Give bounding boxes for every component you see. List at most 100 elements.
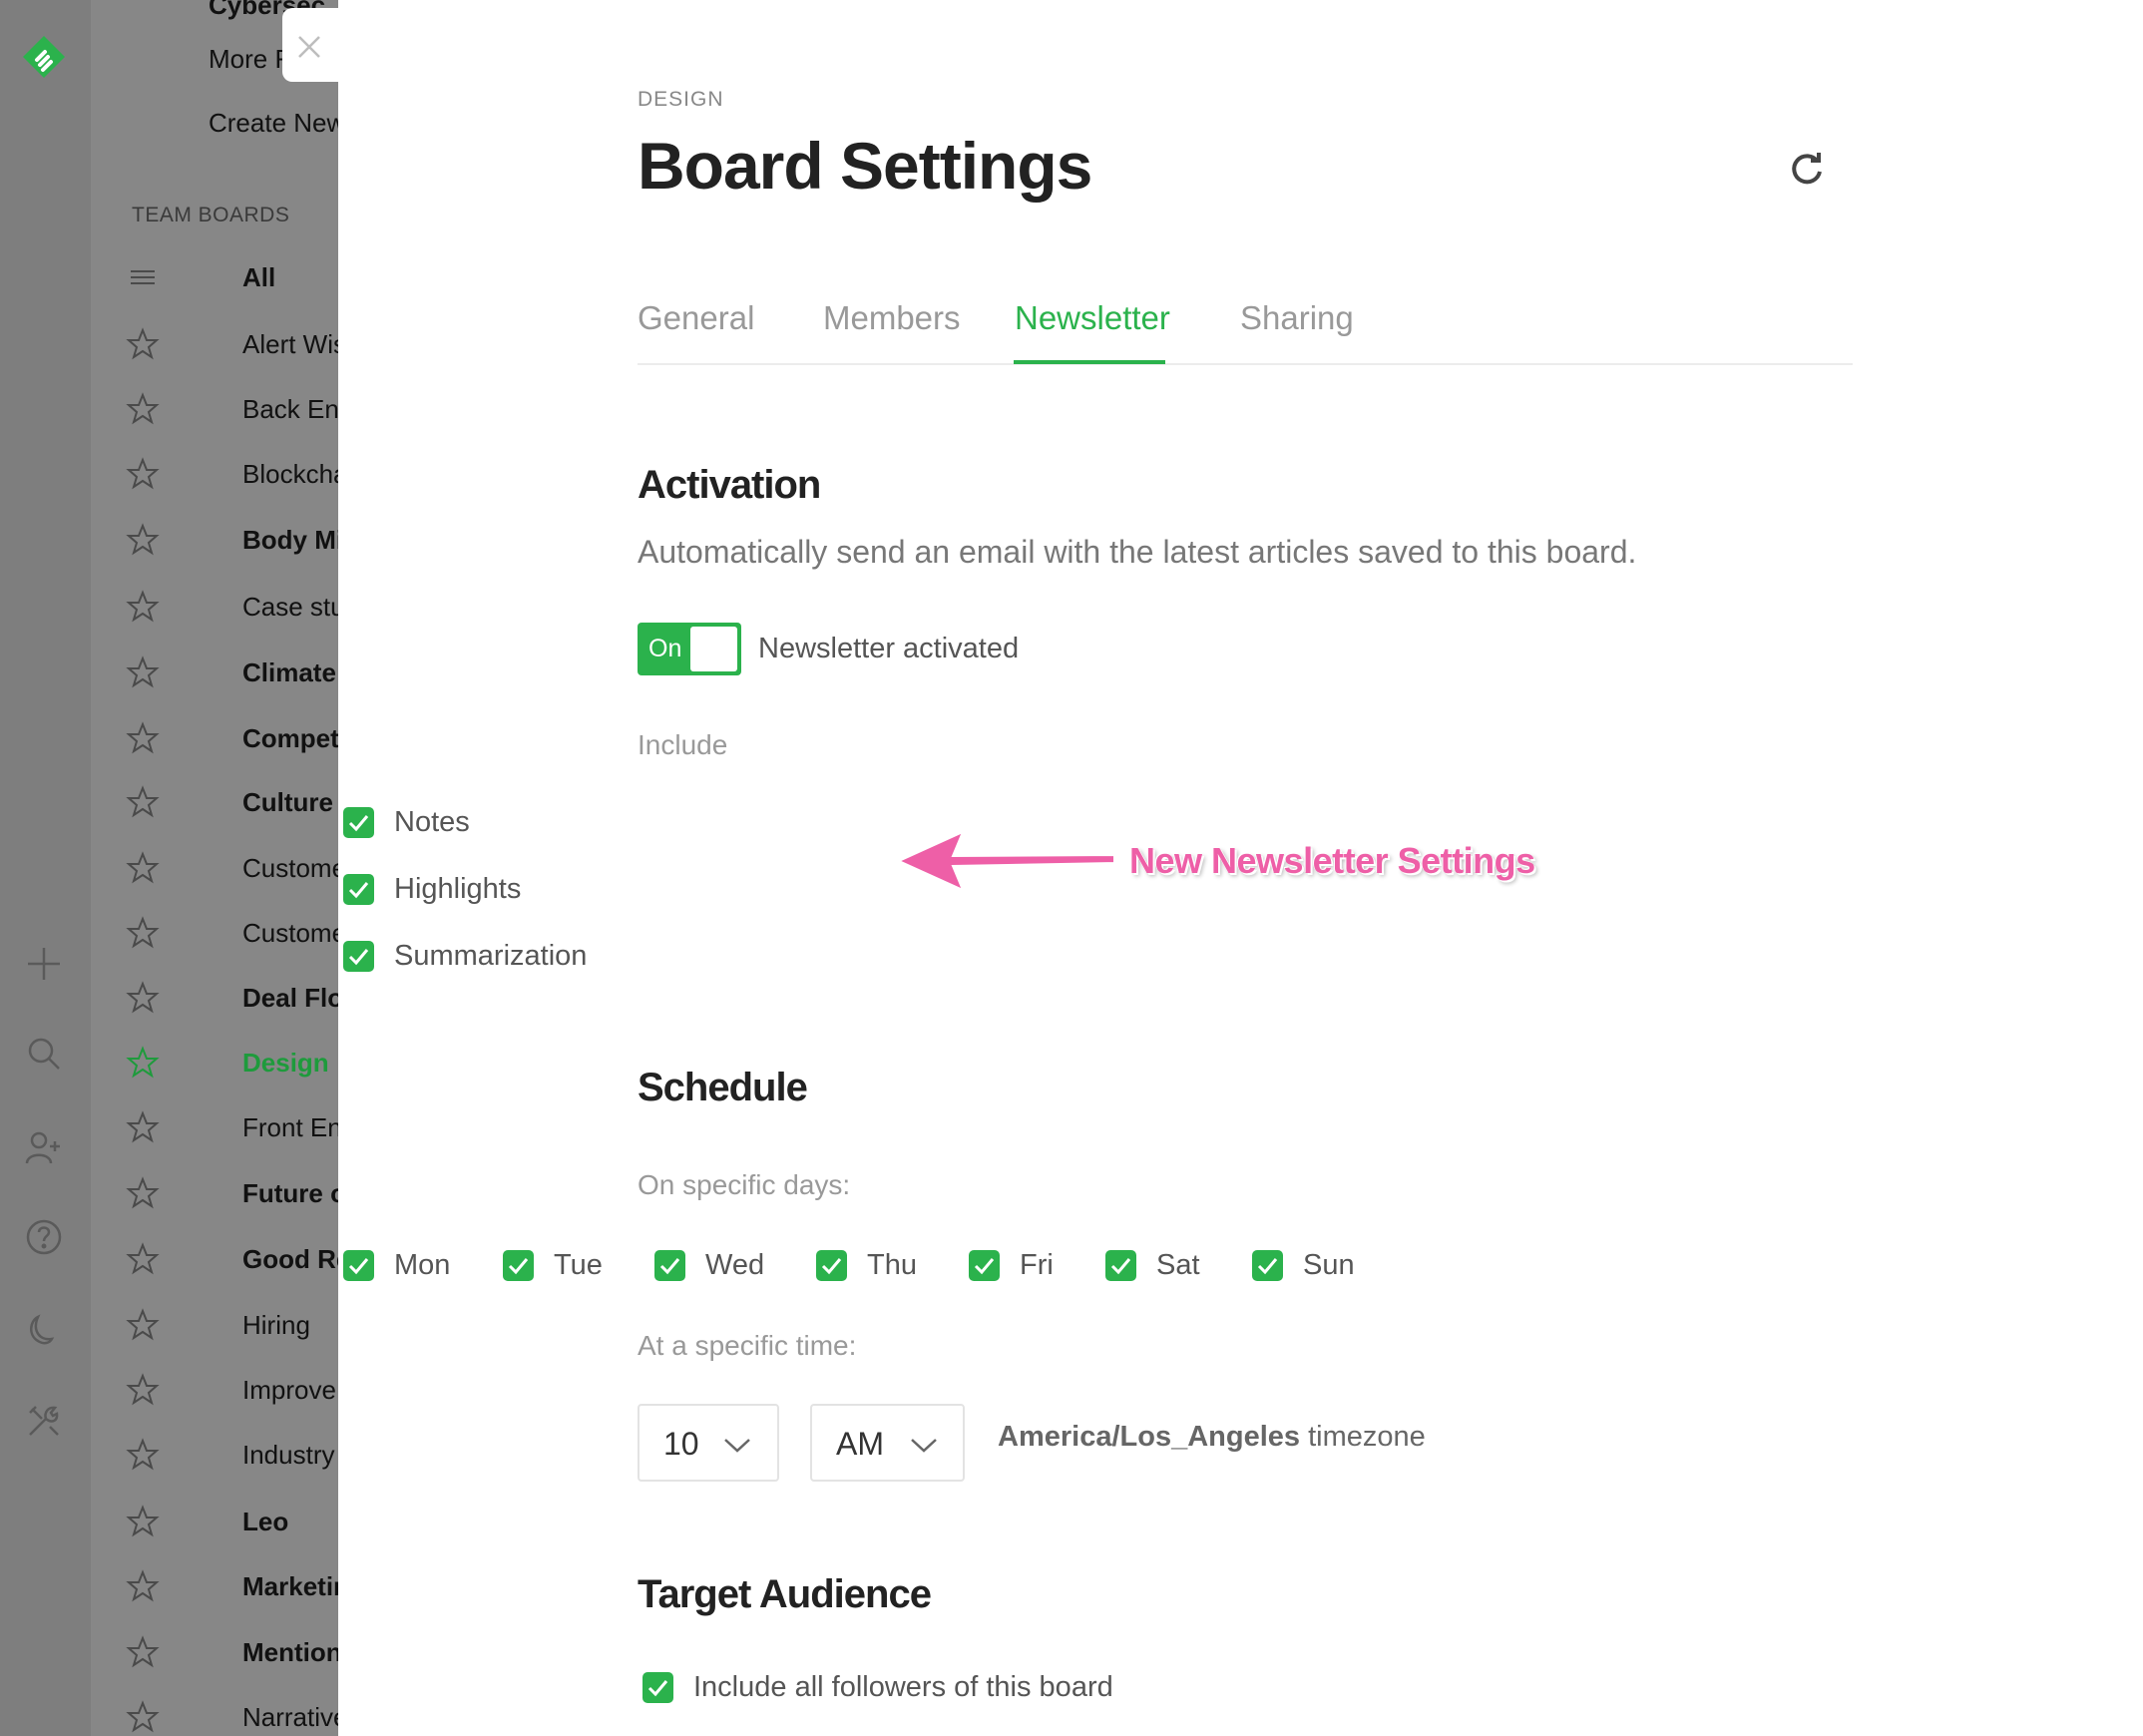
day-checkbox[interactable] xyxy=(816,1250,847,1281)
sidebar-board-item[interactable]: Customer V xyxy=(126,910,338,956)
day-label[interactable]: Wed xyxy=(705,1249,764,1282)
sidebar-more-link[interactable]: More F xyxy=(209,44,290,75)
day-label[interactable]: Sun xyxy=(1303,1249,1355,1282)
sidebar-board-item[interactable]: Alert Wishli xyxy=(126,321,338,367)
day-checkbox[interactable] xyxy=(969,1250,1000,1281)
day-label[interactable]: Sat xyxy=(1156,1249,1200,1282)
sidebar-board-item[interactable]: Narrative xyxy=(126,1694,338,1736)
star-icon[interactable] xyxy=(126,590,160,624)
star-icon[interactable] xyxy=(126,392,160,426)
tab-newsletter[interactable]: Newsletter xyxy=(1015,299,1170,337)
star-icon[interactable] xyxy=(126,1438,160,1472)
star-icon[interactable] xyxy=(126,1505,160,1538)
sidebar-create-new-link[interactable]: Create New xyxy=(209,108,338,139)
sidebar-board-item[interactable]: Deal Flow xyxy=(126,975,338,1021)
star-icon[interactable] xyxy=(126,457,160,491)
day-label[interactable]: Mon xyxy=(394,1249,450,1282)
sidebar-board-item[interactable]: Case study xyxy=(126,584,338,630)
sidebar-board-label: Competitio xyxy=(242,723,338,753)
include-checkbox[interactable] xyxy=(343,807,374,838)
sidebar-board-item[interactable]: Culture xyxy=(126,779,338,825)
sidebar-board-item[interactable]: Front End xyxy=(126,1104,338,1150)
sidebar-board-item[interactable]: Back End D xyxy=(126,386,338,432)
include-checkbox[interactable] xyxy=(343,874,374,905)
sidebar-board-item[interactable]: Blockchain xyxy=(126,451,338,497)
star-icon[interactable] xyxy=(126,851,160,885)
tab-members[interactable]: Members xyxy=(823,299,961,337)
night-mode-icon[interactable] xyxy=(18,1303,70,1355)
day-checkbox[interactable] xyxy=(503,1250,534,1281)
board-eyebrow: DESIGN xyxy=(638,88,724,111)
sidebar-board-item[interactable]: Hiring xyxy=(126,1302,338,1348)
star-icon[interactable] xyxy=(126,1176,160,1210)
meridiem-select[interactable]: AM xyxy=(810,1404,965,1482)
star-icon[interactable] xyxy=(126,785,160,819)
day-checkbox[interactable] xyxy=(1105,1250,1136,1281)
audience-checkbox[interactable] xyxy=(643,1672,673,1703)
include-option-label[interactable]: Notes xyxy=(394,806,470,839)
include-option-label[interactable]: Highlights xyxy=(394,873,521,906)
sidebar-board-item[interactable]: Body Mind xyxy=(126,517,338,563)
day-checkbox[interactable] xyxy=(1252,1250,1283,1281)
feedly-logo-icon[interactable] xyxy=(18,32,70,84)
sidebar-board-item[interactable]: Good Read xyxy=(126,1236,338,1282)
sidebar-board-item[interactable]: Future of N xyxy=(126,1170,338,1216)
tab-general[interactable]: General xyxy=(638,299,754,337)
star-icon[interactable] xyxy=(126,916,160,950)
day-checkbox[interactable] xyxy=(343,1250,374,1281)
star-icon[interactable] xyxy=(126,327,160,361)
time-label: At a specific time: xyxy=(638,1330,857,1361)
sidebar-board-label: All xyxy=(242,262,276,292)
sidebar-board-label: Case study xyxy=(242,592,338,622)
include-option-label[interactable]: Summarization xyxy=(394,940,587,973)
tools-icon[interactable] xyxy=(18,1395,70,1447)
star-icon[interactable] xyxy=(126,655,160,689)
menu-icon xyxy=(131,270,155,284)
hour-select[interactable]: 10 xyxy=(638,1404,779,1482)
sidebar-board-item[interactable]: All xyxy=(126,254,338,300)
sidebar-board-label: Narrative xyxy=(242,1702,338,1732)
timezone-info: America/Los_Angeles timezone xyxy=(998,1421,1426,1454)
search-icon[interactable] xyxy=(18,1028,70,1080)
star-icon[interactable] xyxy=(126,1242,160,1276)
star-icon[interactable] xyxy=(126,1046,160,1080)
newsletter-toggle[interactable]: On xyxy=(638,623,741,675)
sidebar-board-item[interactable]: Marketing xyxy=(126,1563,338,1609)
add-icon[interactable] xyxy=(18,938,70,990)
sidebar-board-item[interactable]: Design xyxy=(126,1040,338,1085)
sidebar-board-item[interactable]: Improve Le xyxy=(126,1367,338,1413)
toggle-knob xyxy=(690,627,737,671)
hour-value: 10 xyxy=(663,1426,699,1462)
day-label[interactable]: Thu xyxy=(867,1249,917,1282)
refresh-icon[interactable] xyxy=(1787,148,1827,188)
audience-option-label[interactable]: Include all followers of this board xyxy=(693,1671,1113,1704)
star-icon[interactable] xyxy=(126,1110,160,1144)
sidebar-board-item[interactable]: Competitio xyxy=(126,715,338,761)
include-checkbox[interactable] xyxy=(343,941,374,972)
active-tab-underline xyxy=(1014,360,1165,364)
star-icon[interactable] xyxy=(126,1635,160,1669)
sidebar-board-item[interactable]: Customer S xyxy=(126,845,338,891)
sidebar-board-label: Future of N xyxy=(242,1178,338,1208)
star-icon[interactable] xyxy=(126,1700,160,1734)
add-person-icon[interactable] xyxy=(18,1122,70,1174)
star-icon[interactable] xyxy=(126,523,160,557)
day-label[interactable]: Fri xyxy=(1020,1249,1054,1282)
star-icon[interactable] xyxy=(126,1373,160,1407)
star-icon[interactable] xyxy=(126,1308,160,1342)
tab-sharing[interactable]: Sharing xyxy=(1240,299,1354,337)
sidebar-board-item[interactable]: Leo xyxy=(126,1499,338,1544)
sidebar-board-label: Alert Wishli xyxy=(242,329,338,359)
help-icon[interactable] xyxy=(18,1211,70,1263)
star-icon[interactable] xyxy=(126,721,160,755)
timezone-name: America/Los_Angeles xyxy=(998,1421,1301,1453)
star-icon[interactable] xyxy=(126,1569,160,1603)
sidebar-board-item[interactable]: Industry Tre xyxy=(126,1432,338,1478)
sidebar-board-label: Culture xyxy=(242,787,333,817)
day-label[interactable]: Tue xyxy=(554,1249,603,1282)
sidebar-board-item[interactable]: Mentions xyxy=(126,1629,338,1675)
close-panel-button[interactable] xyxy=(282,8,338,82)
sidebar-board-item[interactable]: Climate Ch xyxy=(126,650,338,695)
day-checkbox[interactable] xyxy=(654,1250,685,1281)
star-icon[interactable] xyxy=(126,981,160,1015)
